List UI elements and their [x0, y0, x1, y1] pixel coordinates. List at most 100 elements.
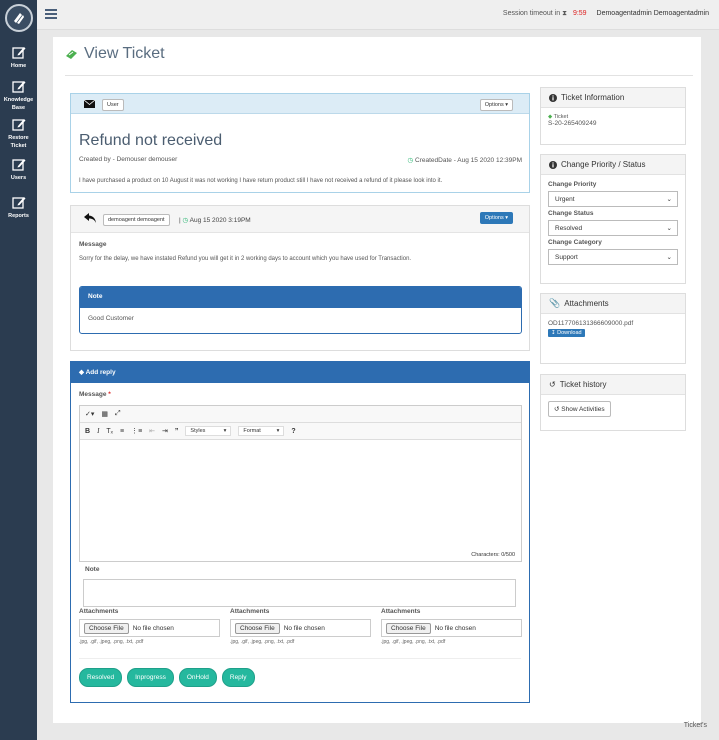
numbered-list-icon[interactable]: ≡ — [120, 428, 124, 435]
choose-file-button[interactable]: Choose File — [235, 622, 280, 634]
priority-select[interactable]: Urgent ⌄ — [548, 191, 678, 207]
menu-toggle-icon[interactable] — [45, 9, 57, 19]
note-box: Note Good Customer — [79, 286, 522, 334]
attachment-file-name[interactable]: OD117706131366609000.pdf — [548, 320, 678, 327]
reply-options-dropdown[interactable]: Options ▾ — [479, 212, 513, 224]
message-field-label: Message * — [79, 391, 111, 398]
title-divider — [65, 75, 693, 76]
required-mark: * — [108, 391, 111, 398]
history-icon: ↺ — [554, 406, 560, 413]
edit-icon — [11, 81, 25, 93]
editor-toolbar-row-1: ✓▾ ▦ ⤢ — [80, 406, 521, 423]
ticket-panel: User Options ▾ Refund not received Creat… — [70, 93, 530, 193]
ticket-description: I have purchased a product on 10 August … — [79, 178, 443, 184]
attachment-label: Attachments — [79, 608, 119, 615]
content-card: View Ticket User Options ▾ Refund not re… — [53, 37, 701, 723]
created-date-text: CreatedDate - Aug 15 2020 12:39PM — [415, 157, 522, 164]
attachment-label: Attachments — [230, 608, 270, 615]
sidebar-item-knowledge-base[interactable]: Knowledge Base — [0, 80, 37, 112]
reply-panel: demoagent demoagent | ◷ Aug 15 2020 3:19… — [70, 205, 530, 351]
page-title: View Ticket — [65, 45, 165, 63]
styles-select[interactable]: Styles ▾ — [185, 426, 232, 436]
format-select[interactable]: Format ▾ — [238, 426, 285, 436]
attachment-field-3: Attachments Choose File No file chosen .… — [381, 608, 522, 645]
table-icon[interactable]: ▦ — [101, 410, 108, 418]
reply-button[interactable]: Reply — [221, 668, 255, 687]
sidebar-item-label: Home — [10, 63, 27, 69]
resolved-button[interactable]: Resolved — [79, 668, 123, 687]
file-status: No file chosen — [132, 624, 174, 632]
priority-label: Change Priority — [548, 181, 597, 188]
created-by: Created by - Demouser demouser — [79, 156, 178, 163]
buttons-divider — [79, 658, 521, 659]
priority-status-header: Change Priority / Status — [541, 155, 685, 175]
file-types-hint: .jpg, .gif, .jpeg, .png, .txt, .pdf — [230, 639, 295, 645]
note-text: Good Customer — [88, 315, 134, 322]
sidebar-item-label: Users — [10, 175, 27, 181]
options-dropdown[interactable]: Options ▾ — [479, 99, 513, 111]
attachments-title: Attachments — [564, 299, 609, 308]
maximize-icon[interactable]: ⤢ — [115, 410, 121, 418]
sidebar: Home Knowledge Base Restore Ticket Users… — [0, 0, 37, 740]
status-value: Resolved — [555, 224, 583, 232]
help-icon[interactable]: ? — [291, 428, 295, 435]
note-header: Note — [80, 287, 521, 308]
onhold-button[interactable]: OnHold — [178, 668, 217, 687]
note-textarea[interactable] — [83, 579, 516, 607]
sidebar-item-label: Knowledge Base — [3, 97, 34, 111]
ticket-info-title: Ticket Information — [561, 93, 625, 102]
file-types-hint: .jpg, .gif, .jpeg, .png, .txt, .pdf — [79, 639, 144, 645]
add-reply-title: Add reply — [85, 369, 116, 376]
created-date: ◷ CreatedDate - Aug 15 2020 12:39PM — [408, 156, 522, 164]
spellcheck-icon[interactable]: ✓▾ — [85, 410, 94, 418]
editor-text-area[interactable] — [80, 440, 521, 545]
footer-text: Ticket's — [683, 722, 707, 729]
sidebar-item-label: Restore Ticket — [8, 135, 29, 149]
ticket-history-title: Ticket history — [559, 380, 607, 389]
add-reply-header: ◆ Add reply — [71, 362, 529, 383]
sidebar-item-restore-ticket[interactable]: Restore Ticket — [0, 118, 37, 150]
status-select[interactable]: Resolved ⌄ — [548, 220, 678, 236]
sidebar-item-reports[interactable]: Reports — [0, 196, 37, 220]
sidebar-item-label: Reports — [8, 213, 29, 219]
clock-icon: ◷ — [182, 217, 189, 224]
ticket-id: S-20-265409249 — [548, 120, 597, 127]
page-title-text: View Ticket — [84, 45, 165, 62]
attachments-header: 📎 Attachments — [541, 294, 685, 314]
ticket-icon — [66, 49, 77, 59]
attachment-field-2: Attachments Choose File No file chosen .… — [230, 608, 371, 645]
download-icon: ↧ — [551, 330, 556, 336]
choose-file-button[interactable]: Choose File — [386, 622, 431, 634]
sidebar-item-home[interactable]: Home — [0, 46, 37, 70]
logo-icon — [13, 13, 24, 24]
sidebar-item-users[interactable]: Users — [0, 158, 37, 182]
session-info: Session timeout in ⧗ 9:59 Demoagentadmin… — [503, 10, 709, 18]
file-status: No file chosen — [283, 624, 325, 632]
show-activities-label: Show Activities — [561, 406, 605, 413]
bold-icon[interactable]: B — [85, 428, 90, 435]
inprogress-button[interactable]: Inprogress — [127, 668, 174, 687]
indent-icon[interactable]: ⇥ — [162, 427, 168, 435]
action-buttons: Resolved Inprogress OnHold Reply — [79, 668, 260, 687]
bulleted-list-icon[interactable]: ⋮≡ — [131, 427, 142, 435]
message-label-text: Message — [79, 391, 107, 398]
outdent-icon[interactable]: ⇤ — [149, 427, 155, 435]
show-activities-button[interactable]: ↺ Show Activities — [548, 401, 611, 417]
clock-icon: ◷ — [407, 157, 414, 164]
message-text: Sorry for the delay, we have instated Re… — [79, 256, 412, 262]
chevron-down-icon: ⌄ — [666, 225, 672, 232]
choose-file-button[interactable]: Choose File — [84, 622, 129, 634]
reply-date-text: Aug 15 2020 3:19PM — [189, 217, 251, 224]
top-bar: Session timeout in ⧗ 9:59 Demoagentadmin… — [37, 0, 719, 30]
file-status: No file chosen — [434, 624, 476, 632]
remove-format-icon[interactable]: Tₓ — [106, 428, 113, 435]
rich-text-editor: ✓▾ ▦ ⤢ B I Tₓ ≡ ⋮≡ ⇤ ⇥ ” Styles ▾ Format ▾… — [79, 405, 522, 562]
app-logo[interactable] — [4, 4, 33, 32]
italic-icon[interactable]: I — [97, 427, 99, 435]
edit-icon — [11, 159, 25, 171]
download-button[interactable]: ↧ Download — [548, 329, 585, 337]
user-menu[interactable]: Demoagentadmin Demoagentadmin — [597, 10, 709, 17]
tag-icon: ◆ — [79, 369, 84, 376]
category-select[interactable]: Support ⌄ — [548, 249, 678, 265]
blockquote-icon[interactable]: ” — [175, 428, 179, 435]
